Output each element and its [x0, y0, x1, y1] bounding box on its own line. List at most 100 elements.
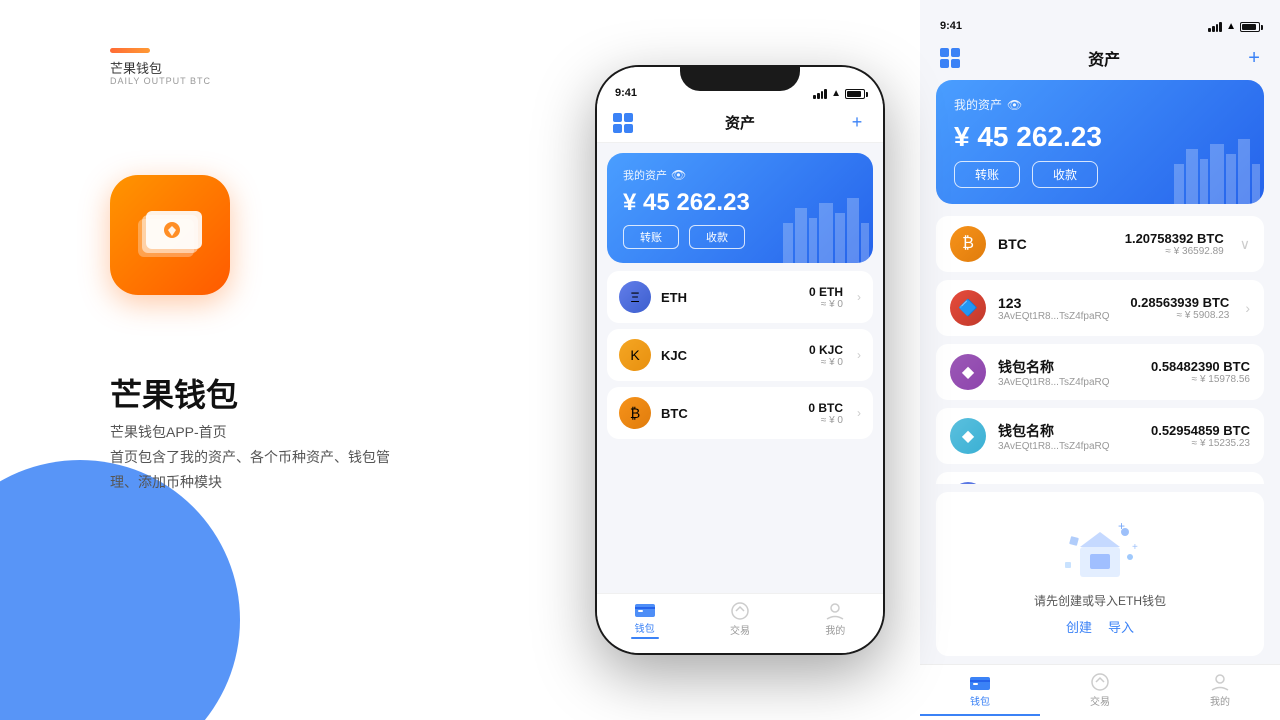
coin-name-kjc: KJC — [661, 348, 799, 363]
right-signal-icon — [1208, 22, 1222, 32]
phone-coin-list: Ξ ETH 0 ETH ≈ ¥ 0 › K KJC — [597, 271, 883, 593]
phone-nav: 资产 + — [597, 103, 883, 143]
right-coin-item-btc[interactable]: ₿ BTC 1.20758392 BTC ≈ ¥ 36592.89 ∨ — [936, 216, 1264, 272]
coin-right-btc: 0 BTC ≈ ¥ 0 — [808, 401, 843, 426]
right-coin-item-wallet1[interactable]: ◆ 钱包名称 3AvEQt1R8...TsZ4fpaRQ 0.58482390 … — [936, 344, 1264, 400]
tab-mine[interactable]: 我的 — [788, 594, 883, 645]
coin-info-kjc: KJC — [661, 348, 799, 363]
right-panel: 9:41 ▲ 资产 + 我的资产 👁 ¥ 45 2 — [920, 0, 1280, 720]
coin-balance-kjc: 0 KJC — [809, 343, 843, 357]
transfer-button[interactable]: 转账 — [623, 225, 679, 249]
coin-approx-btc: ≈ ¥ 0 — [808, 415, 843, 426]
right-coin-item-123[interactable]: 🔷 123 3AvEQt1R8...TsZ4fpaRQ 0.28563939 B… — [936, 280, 1264, 336]
right-nav: 资产 + — [920, 36, 1280, 80]
decorative-blob — [0, 460, 240, 720]
coin-name-eth: ETH — [661, 290, 799, 305]
right-wallet-tab-icon — [969, 673, 991, 691]
right-coin-item-wallet2[interactable]: ◆ 钱包名称 3AvEQt1R8...TsZ4fpaRQ 0.52954859 … — [936, 408, 1264, 464]
status-time: 9:41 — [615, 87, 637, 99]
signal-icon — [813, 89, 827, 99]
add-button[interactable]: + — [847, 113, 867, 133]
tab-wallet[interactable]: 钱包 — [597, 594, 692, 645]
right-coin-item-eth[interactable]: Ξ ETH 1.62508483 ETH ≈ ¥ 1268.87 › — [936, 472, 1264, 484]
right-tab-trade-label: 交易 — [1090, 693, 1110, 708]
tab-trade[interactable]: 交易 — [692, 594, 787, 645]
right-coin-list: ₿ BTC 1.20758392 BTC ≈ ¥ 36592.89 ∨ 🔷 12… — [920, 216, 1280, 484]
coin-item-kjc[interactable]: K KJC 0 KJC ≈ ¥ 0 › — [607, 329, 873, 381]
coin-info-eth: ETH — [661, 290, 799, 305]
right-asset-label: 我的资产 👁 — [954, 96, 1246, 113]
coin-approx-eth: ≈ ¥ 0 — [809, 299, 843, 310]
right-add-button[interactable]: + — [1248, 47, 1260, 70]
coin-item-btc[interactable]: ₿ BTC 0 BTC ≈ ¥ 0 › — [607, 387, 873, 439]
status-icons: ▲ — [813, 88, 865, 99]
right-coin-right-btc: 1.20758392 BTC ≈ ¥ 36592.89 — [1125, 231, 1224, 257]
right-nav-title: 资产 — [1088, 46, 1120, 70]
phone-notch — [680, 65, 800, 91]
wifi-icon: ▲ — [831, 88, 841, 99]
eth-prompt-illustration: + + — [1060, 512, 1140, 582]
battery-icon — [845, 89, 865, 99]
coin-item-eth[interactable]: Ξ ETH 0 ETH ≈ ¥ 0 › — [607, 271, 873, 323]
right-tab-mine-label: 我的 — [1210, 693, 1230, 708]
btc-logo: ₿ — [619, 397, 651, 429]
right-wallet1-logo: ◆ — [950, 354, 986, 390]
app-icon — [110, 175, 230, 295]
asset-label: 我的资产 👁 — [623, 167, 857, 183]
asset-card: 我的资产 👁 ¥ 45 262.23 转账 收款 — [607, 153, 873, 263]
wallet-icon-svg — [134, 205, 206, 265]
eth-prompt-text: 请先创建或导入ETH钱包 — [1034, 592, 1166, 609]
tab-wallet-label: 钱包 — [635, 620, 655, 635]
coin-right-kjc: 0 KJC ≈ ¥ 0 — [809, 343, 843, 368]
right-wifi-icon: ▲ — [1226, 21, 1236, 32]
right-eye-icon[interactable]: 👁 — [1007, 98, 1022, 112]
nav-title: 资产 — [725, 112, 755, 133]
wallet-tab-icon — [634, 600, 656, 618]
brand-title: 芒果钱包 — [110, 370, 238, 416]
right-asset-card: 我的资产 👁 ¥ 45 262.23 转账 收款 — [936, 80, 1264, 204]
tab-mine-label: 我的 — [825, 622, 845, 637]
right-tab-trade[interactable]: 交易 — [1040, 665, 1160, 716]
tab-trade-label: 交易 — [730, 622, 750, 637]
eth-import-button[interactable]: 导入 — [1108, 617, 1134, 636]
right-receive-button[interactable]: 收款 — [1032, 161, 1098, 188]
right-battery-icon — [1240, 22, 1260, 32]
coin-info-btc: BTC — [661, 406, 798, 421]
coin-balance-btc: 0 BTC — [808, 401, 843, 415]
phone-body: 9:41 ▲ 资产 + — [595, 65, 885, 655]
right-btc-logo: ₿ — [950, 226, 986, 262]
right-transfer-button[interactable]: 转账 — [954, 161, 1020, 188]
mine-tab-icon — [824, 602, 846, 620]
phone-mockup: 9:41 ▲ 资产 + — [560, 0, 920, 720]
right-tab-wallet-label: 钱包 — [970, 693, 990, 708]
tab-active-indicator — [631, 637, 659, 639]
brand-sub: DAILY OUTPUT BTC — [110, 76, 211, 86]
phone-screen: 9:41 ▲ 资产 + — [597, 67, 883, 653]
kjc-logo: K — [619, 339, 651, 371]
right-eth-logo: Ξ — [950, 482, 986, 484]
receive-button[interactable]: 收款 — [689, 225, 745, 249]
eye-icon[interactable]: 👁 — [671, 168, 686, 182]
right-status-icons: ▲ — [1208, 21, 1260, 32]
svg-text:+: + — [1132, 542, 1138, 553]
right-status-bar: 9:41 ▲ — [920, 0, 1280, 36]
coin-name-btc: BTC — [661, 406, 798, 421]
coin-arrow-btc: › — [857, 406, 861, 420]
eth-create-button[interactable]: 创建 — [1066, 617, 1092, 636]
right-tab-active-bar — [920, 714, 1040, 716]
phone-tabbar: 钱包 交易 我的 — [597, 593, 883, 653]
right-grid-icon[interactable] — [940, 48, 960, 68]
right-tab-mine[interactable]: 我的 — [1160, 665, 1280, 716]
right-tab-wallet[interactable]: 钱包 — [920, 665, 1040, 716]
eth-prompt-buttons: 创建 导入 — [1066, 617, 1134, 636]
right-tabbar: 钱包 交易 我的 — [920, 664, 1280, 720]
eth-logo: Ξ — [619, 281, 651, 313]
svg-text:+: + — [1118, 519, 1125, 533]
coin-arrow-eth: › — [857, 290, 861, 304]
left-panel: 芒果钱包 DAILY OUTPUT BTC 芒果钱包 芒果钱包APP-首页 首页… — [0, 0, 560, 720]
right-coin-info-btc: BTC — [998, 236, 1113, 252]
right-coin-info-123: 123 3AvEQt1R8...TsZ4fpaRQ — [998, 295, 1118, 322]
right-status-time: 9:41 — [940, 20, 962, 32]
card-city-bg — [773, 183, 873, 263]
grid-icon[interactable] — [613, 113, 633, 133]
